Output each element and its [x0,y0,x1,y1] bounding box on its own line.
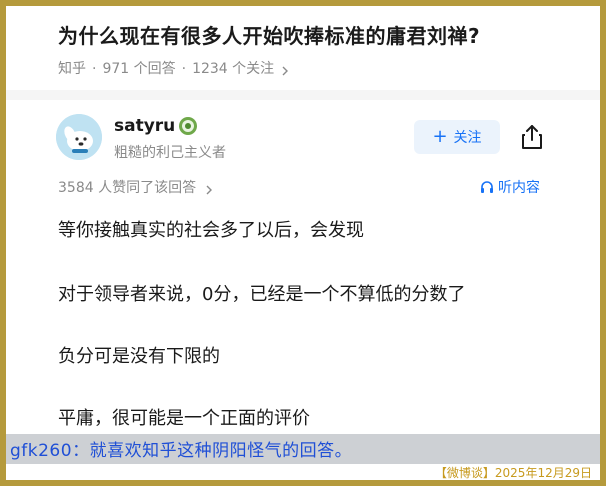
answer-count[interactable]: 971 个回答 [102,61,175,77]
question-title[interactable]: 为什么现在有很多人开始吹捧标准的庸君刘禅? [58,20,578,49]
caption-text: gfk260：就喜欢知乎这种阴阳怪气的回答。 [10,441,353,461]
meta-separator: · [181,61,187,77]
follower-count[interactable]: 1234 个关注 [192,61,274,77]
question-meta: 知乎 · 971 个回答 · 1234 个关注 [58,58,289,78]
chevron-right-icon [205,183,213,195]
meta-separator: · [92,61,97,77]
likes-text[interactable]: 3584 人赞同了该回答 [58,177,213,197]
achievement-badge-icon [178,116,198,136]
answer-paragraph: 负分可是没有下限的 [58,346,220,367]
date-tag: 【微博谈】2025年12月29日 [434,466,592,480]
author-name[interactable]: satyru [114,116,175,136]
listen-button[interactable]: 听内容 [480,177,540,197]
headphones-icon [480,180,494,194]
follow-button[interactable]: + 关注 [414,120,500,154]
plus-icon: + [432,126,448,147]
author-bio: 粗糙的利己主义者 [114,145,226,161]
answer-paragraph: 对于领导者来说，0分，已经是一个不算低的分数了 [58,284,466,305]
dog-avatar-icon[interactable] [56,114,102,160]
share-icon[interactable] [519,123,545,151]
likes-count-label: 3584 人赞同了该回答 [58,180,197,196]
chevron-right-icon[interactable] [281,64,289,76]
answer-paragraph: 等你接触真实的社会多了以后，会发现 [58,220,364,241]
source-label[interactable]: 知乎 [58,61,86,77]
answer-screenshot: 为什么现在有很多人开始吹捧标准的庸君刘禅? 知乎 · 971 个回答 · 1234 个关… [6,6,600,480]
follow-label: 关注 [453,130,482,146]
listen-label: 听内容 [498,180,540,196]
answer-paragraph: 平庸，很可能是一个正面的评价 [58,408,310,429]
section-divider [6,90,600,100]
